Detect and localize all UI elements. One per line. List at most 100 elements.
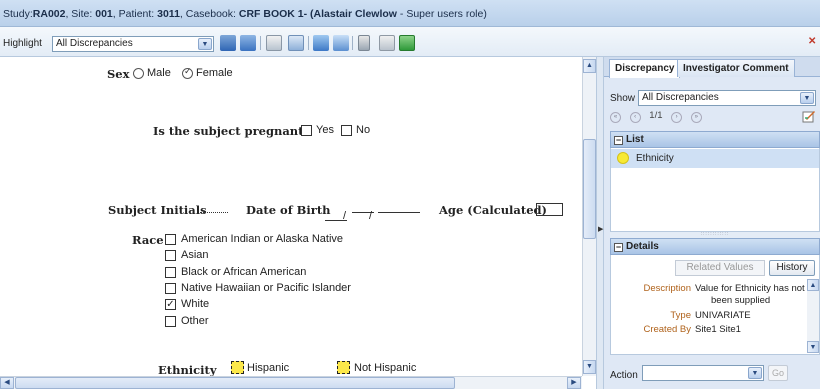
toolbar-separator [352,36,353,50]
casebook-name: CRF BOOK 1- [238,8,308,20]
go-button[interactable]: Go [768,365,788,381]
delete-icon[interactable] [358,35,370,51]
list-item-label: Ethnicity [636,153,674,164]
close-icon[interactable]: ✕ [808,36,818,48]
ethnicity-not-hispanic-label: Not Hispanic [354,362,417,374]
race-label: Race [132,233,164,247]
ethnicity-hispanic-checkbox[interactable] [231,361,244,374]
race-black-checkbox[interactable] [165,267,176,278]
description-key: Description [643,283,691,294]
date-of-birth-label: Date of Birth [246,203,331,217]
patient-id: 3011 [157,8,180,20]
collapse-arrow-icon[interactable]: ▶ [598,225,603,233]
user-name: (Alastair Clewlow [310,8,397,20]
dob-separator: / [343,210,347,222]
dob-year-field[interactable] [378,207,420,213]
subject-initials-field[interactable] [200,207,228,213]
add-group-discrepancy-icon[interactable] [240,35,256,51]
created-by-key: Created By [643,324,691,335]
title-bar: Study:RA002, Site: 001, Patient: 3011, C… [0,0,820,27]
toolbar-separator [260,36,261,50]
tab-investigator-comment[interactable]: Investigator Comment [677,59,795,77]
prev-page-icon[interactable]: ‹ [629,112,641,123]
next-page-icon[interactable]: › [671,112,683,123]
edit-icon[interactable] [802,109,816,123]
race-option-label: American Indian or Alaska Native [181,233,344,245]
study-label: Study: [3,8,33,20]
race-option-label: White [181,298,210,310]
form-icon[interactable] [288,35,304,51]
patient-label: , Patient: [112,8,158,20]
ethnicity-hispanic-label: Hispanic [247,362,290,374]
pregnant-no-label: No [356,124,371,136]
scroll-up-icon[interactable]: ▲ [583,59,596,73]
race-other-checkbox[interactable] [165,316,176,327]
details-scrollbar[interactable]: ▲ ▼ [807,279,819,353]
chevron-down-icon: ▼ [748,367,762,379]
race-option-label: Black or African American [181,266,307,278]
description-value-cont: been supplied [711,295,771,306]
race-asian-checkbox[interactable] [165,250,176,261]
race-white-checkbox[interactable]: ✓ [165,299,176,310]
race-option-label: Other [181,315,209,327]
type-key: Type [670,310,691,321]
audit-icon[interactable] [333,35,349,51]
scroll-thumb[interactable] [15,377,455,389]
last-page-icon[interactable]: » [690,112,702,123]
save-icon[interactable] [399,35,415,51]
panel-splitter[interactable]: ▶ [596,57,604,389]
action-select[interactable]: ▼ [642,365,764,381]
notes-icon[interactable] [266,35,282,51]
scroll-thumb[interactable] [583,139,596,239]
sex-male-label: Male [147,67,171,79]
sex-female-radio[interactable] [182,66,193,79]
details-header[interactable]: − Details [610,238,820,255]
highlight-select[interactable]: All Discrepancies ▼ [52,36,214,52]
scroll-left-icon[interactable]: ◀ [0,377,14,389]
add-discrepancy-icon[interactable] [220,35,236,51]
race-option-label: Native Hawaiian or Pacific Islander [181,282,351,294]
related-values-button[interactable]: Related Values [675,260,765,276]
description-value: Value for Ethnicity has not [695,283,805,294]
sex-male-radio[interactable] [133,68,144,79]
casebook-label: , Casebook: [179,8,239,20]
ethnicity-not-hispanic-checkbox[interactable] [337,361,350,374]
race-american-indian-checkbox[interactable] [165,234,176,245]
sex-label: Sex [107,67,130,81]
navigate-icon[interactable] [313,35,329,51]
list-header[interactable]: − List [610,131,820,148]
details-header-label: Details [626,241,659,252]
discrepancy-status-icon [617,152,629,164]
form-horizontal-scrollbar[interactable]: ◀ ▶ [0,376,582,389]
show-select-value: All Discrepancies [642,92,719,103]
details-area: Related Values History Description Value… [610,255,820,355]
tab-discrepancy[interactable]: Discrepancy [609,59,681,78]
print-icon[interactable] [379,35,395,51]
form-vertical-scrollbar[interactable]: ▲ ▼ [582,57,596,376]
panel-tabs: Discrepancy Investigator Comment [604,57,820,78]
dob-separator: / [369,210,373,222]
toolbar: Highlight All Discrepancies ▼ ✕ [0,27,820,57]
history-button[interactable]: History [769,260,815,276]
created-by-value: Site1 Site1 [695,324,741,335]
pregnant-label: Is the subject pregnant? [153,124,311,138]
collapse-icon[interactable]: − [614,136,623,145]
list-item[interactable]: Ethnicity [611,149,819,168]
show-label: Show [610,93,636,104]
highlight-select-value: All Discrepancies [56,38,133,49]
first-page-icon[interactable]: « [610,112,621,123]
highlight-label: Highlight [3,38,42,49]
toolbar-separator [308,36,309,50]
pregnant-yes-checkbox[interactable] [301,125,312,136]
scroll-down-icon[interactable]: ▼ [583,360,596,374]
type-value: UNIVARIATE [695,310,751,321]
collapse-icon[interactable]: − [614,243,623,252]
pregnant-no-checkbox[interactable] [341,125,352,136]
race-hawaiian-checkbox[interactable] [165,283,176,294]
scroll-up-icon[interactable]: ▲ [807,279,819,291]
scroll-right-icon[interactable]: ▶ [567,377,581,389]
age-label: Age (Calculated) [439,203,547,217]
age-field[interactable] [536,203,563,216]
scroll-down-icon[interactable]: ▼ [807,341,819,353]
show-select[interactable]: All Discrepancies ▼ [638,90,816,106]
